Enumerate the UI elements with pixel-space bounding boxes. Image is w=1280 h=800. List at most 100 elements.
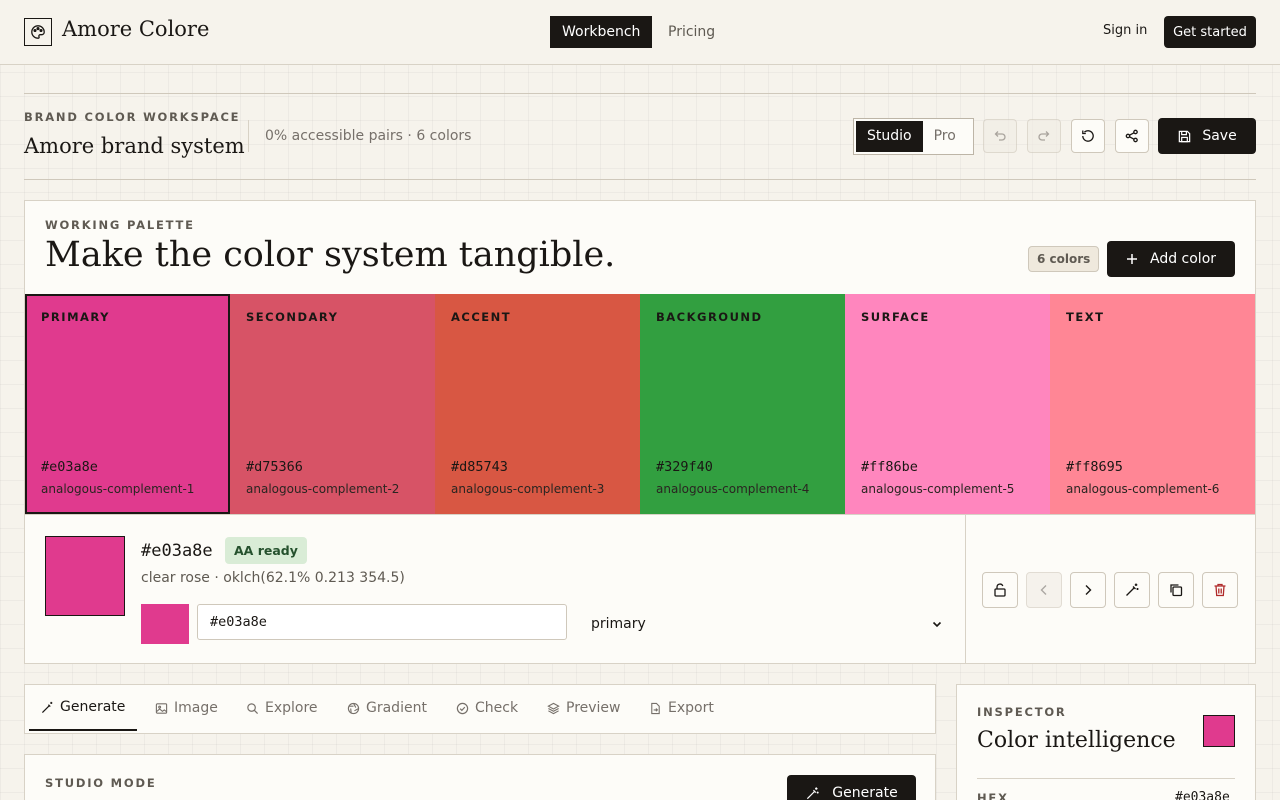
inspector-panel: INSPECTOR Color intelligence HEX #e03a8e bbox=[956, 684, 1256, 800]
save-label: Save bbox=[1202, 128, 1237, 144]
redo-icon bbox=[1038, 131, 1050, 141]
sign-in-link[interactable]: Sign in bbox=[1103, 23, 1147, 38]
swatch-role: TEXT bbox=[1066, 310, 1105, 324]
divider bbox=[977, 778, 1235, 779]
studio-mode-card: STUDIO MODE Generate bbox=[24, 754, 936, 800]
add-color-button[interactable]: Add color bbox=[1107, 241, 1235, 277]
swatch-hex: #e03a8e bbox=[41, 459, 98, 475]
swatch-role: SECONDARY bbox=[246, 310, 339, 324]
palette-title: Make the color system tangible. bbox=[45, 235, 616, 275]
lock-toggle-button[interactable] bbox=[982, 572, 1018, 608]
workspace-title: Amore brand system bbox=[24, 134, 245, 158]
divider bbox=[24, 93, 1256, 94]
delete-color-button[interactable] bbox=[1202, 572, 1238, 608]
swatch-hex: #d85743 bbox=[451, 459, 508, 475]
save-button[interactable]: Save bbox=[1158, 118, 1256, 154]
divider bbox=[965, 515, 966, 663]
nav-tab-pricing[interactable]: Pricing bbox=[656, 16, 727, 48]
undo-button[interactable] bbox=[983, 119, 1017, 153]
magic-adjust-button[interactable] bbox=[1114, 572, 1150, 608]
color-picker-swatch[interactable] bbox=[141, 604, 189, 644]
swatch-hex: #ff86be bbox=[861, 459, 918, 475]
tab-check[interactable]: Check bbox=[444, 685, 530, 731]
contrast-status-badge: AA ready bbox=[225, 537, 307, 564]
reset-icon bbox=[1082, 130, 1094, 142]
color-count-badge: 6 colors bbox=[1028, 246, 1100, 272]
mode-option-studio[interactable]: Studio bbox=[856, 121, 923, 152]
swatch-name: analogous-complement-3 bbox=[451, 482, 605, 496]
swatch-hex: #329f40 bbox=[656, 459, 713, 475]
swatch-row: PRIMARY #e03a8e analogous-complement-1 S… bbox=[25, 294, 1255, 514]
generate-label: Generate bbox=[832, 785, 898, 800]
palette-logo-icon[interactable] bbox=[24, 18, 52, 46]
tab-gradient[interactable]: Gradient bbox=[335, 685, 439, 731]
search-icon bbox=[247, 702, 259, 714]
tab-label: Gradient bbox=[366, 700, 427, 716]
swatch-surface[interactable]: SURFACE #ff86be analogous-complement-5 bbox=[845, 294, 1050, 514]
swatch-secondary[interactable]: SECONDARY #d75366 analogous-complement-2 bbox=[230, 294, 435, 514]
tab-label: Preview bbox=[566, 700, 621, 716]
inspector-eyebrow: INSPECTOR bbox=[977, 705, 1067, 719]
wand-icon bbox=[807, 786, 819, 799]
tab-explore[interactable]: Explore bbox=[234, 685, 330, 731]
tab-export[interactable]: Export bbox=[637, 685, 726, 731]
swatch-role: ACCENT bbox=[451, 310, 512, 324]
mode-option-pro[interactable]: Pro bbox=[923, 121, 967, 152]
tab-label: Image bbox=[174, 700, 218, 716]
swatch-name: analogous-complement-6 bbox=[1066, 482, 1220, 496]
tab-preview[interactable]: Preview bbox=[535, 685, 633, 731]
swatch-background[interactable]: BACKGROUND #329f40 analogous-complement-… bbox=[640, 294, 845, 514]
swatch-name: analogous-complement-1 bbox=[41, 482, 195, 496]
color-detail-panel: #e03a8e AA ready clear rose · oklch(62.1… bbox=[25, 514, 1255, 663]
share-icon bbox=[1125, 129, 1138, 143]
check-circle-icon bbox=[456, 702, 469, 714]
tab-label: Export bbox=[668, 700, 714, 716]
previous-color-button[interactable] bbox=[1026, 572, 1062, 608]
unlock-icon bbox=[994, 583, 1006, 597]
next-color-button[interactable] bbox=[1070, 572, 1106, 608]
file-export-icon bbox=[651, 702, 660, 714]
inspector-title: Color intelligence bbox=[977, 728, 1176, 753]
trash-icon bbox=[1214, 583, 1226, 597]
chevron-down-icon bbox=[932, 621, 942, 628]
generate-button[interactable]: Generate bbox=[787, 775, 916, 800]
swatch-accent[interactable]: ACCENT #d85743 analogous-complement-3 bbox=[435, 294, 640, 514]
swatch-role: SURFACE bbox=[861, 310, 930, 324]
brand-name[interactable]: Amore Colore bbox=[62, 17, 209, 41]
reset-button[interactable] bbox=[1071, 119, 1105, 153]
tool-tabs: Generate Image Explore Gradient Check Pr… bbox=[24, 684, 936, 734]
workspace-eyebrow: BRAND COLOR WORKSPACE bbox=[24, 110, 241, 124]
image-icon bbox=[155, 702, 168, 714]
swatch-text[interactable]: TEXT #ff8695 analogous-complement-6 bbox=[1050, 294, 1255, 514]
tab-generate[interactable]: Generate bbox=[29, 685, 138, 731]
top-navigation: Amore Colore Workbench Pricing Sign in G… bbox=[0, 0, 1280, 65]
nav-tab-workbench[interactable]: Workbench bbox=[550, 16, 653, 48]
magic-wand-icon bbox=[1126, 583, 1139, 596]
swatch-primary[interactable]: PRIMARY #e03a8e analogous-complement-1 bbox=[25, 294, 230, 514]
tab-label: Check bbox=[475, 700, 519, 716]
divider bbox=[24, 179, 1256, 180]
copy-icon bbox=[1170, 584, 1183, 597]
redo-button[interactable] bbox=[1027, 119, 1061, 153]
swatch-name: analogous-complement-5 bbox=[861, 482, 1015, 496]
swatch-hex: #d75366 bbox=[246, 459, 303, 475]
tab-image[interactable]: Image bbox=[143, 685, 230, 731]
workspace-stats: 0% accessible pairs · 6 colors bbox=[265, 128, 472, 144]
role-select[interactable]: primary bbox=[591, 604, 945, 644]
working-palette-card: WORKING PALETTE Make the color system ta… bbox=[24, 200, 1256, 664]
wand-icon bbox=[41, 701, 53, 713]
tab-label: Generate bbox=[60, 699, 126, 715]
divider bbox=[248, 120, 249, 152]
role-select-value: primary bbox=[591, 616, 646, 632]
add-color-label: Add color bbox=[1149, 251, 1217, 267]
get-started-button[interactable]: Get started bbox=[1164, 16, 1256, 48]
chevron-left-icon bbox=[1040, 585, 1047, 595]
selected-color-preview bbox=[45, 536, 125, 616]
aperture-icon bbox=[347, 702, 360, 714]
duplicate-color-button[interactable] bbox=[1158, 572, 1194, 608]
tab-label: Explore bbox=[265, 700, 318, 716]
hex-input[interactable] bbox=[197, 604, 567, 640]
mode-toggle: Studio Pro bbox=[853, 118, 974, 155]
inspector-color-swatch bbox=[1203, 715, 1235, 747]
share-button[interactable] bbox=[1115, 119, 1149, 153]
